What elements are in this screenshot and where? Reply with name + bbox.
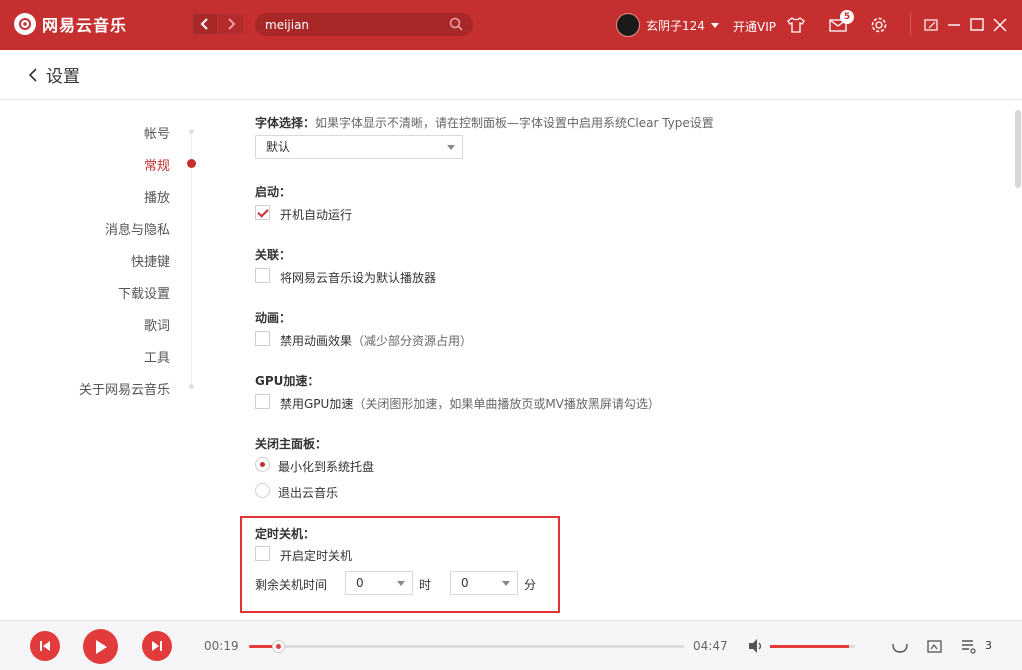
maximize-icon[interactable] [967, 15, 987, 35]
app-name: 网易云音乐 [42, 16, 128, 35]
next-icon [152, 641, 162, 651]
search-icon[interactable] [449, 17, 463, 31]
vip-link[interactable]: 开通VIP [733, 18, 776, 35]
total-time: 04:47 [693, 639, 728, 653]
nav-item-download[interactable]: 下载设置 [118, 283, 170, 302]
minimize-icon[interactable] [944, 15, 964, 35]
nav-item-general[interactable]: 常规 [144, 155, 170, 174]
play-button[interactable] [83, 629, 118, 664]
chevron-left-icon [28, 67, 37, 82]
history-nav [192, 13, 244, 35]
page-header: 设置 [0, 50, 1022, 100]
elapsed-time: 00:19 [204, 639, 239, 653]
nav-dot [189, 384, 194, 389]
next-button[interactable] [142, 631, 172, 661]
progress-slider[interactable] [249, 640, 684, 653]
nav-item-account[interactable]: 帐号 [144, 123, 170, 142]
close-panel-section-title: 关闭主面板： [255, 437, 328, 451]
gpu-note: （关闭图形加速，如果单曲播放页或MV播放黑屏请勾选） [353, 397, 660, 411]
back-button[interactable] [28, 66, 42, 84]
disable-animation-label[interactable]: 禁用动画效果（减少部分资源占用） [280, 332, 472, 349]
skin-shirt-icon[interactable] [786, 15, 806, 35]
play-icon [95, 639, 107, 654]
autostart-checkbox[interactable] [255, 205, 270, 220]
previous-icon [40, 641, 50, 651]
netease-logo-icon [14, 13, 36, 35]
volume-slider[interactable] [770, 645, 855, 648]
playlist-icon[interactable] [960, 637, 978, 655]
nav-dot [189, 129, 194, 134]
nav-item-playback[interactable]: 播放 [144, 187, 170, 206]
user-menu[interactable]: 玄阴子124 [616, 13, 719, 37]
assoc-section-title: 关联： [255, 248, 292, 262]
previous-button[interactable] [30, 631, 60, 661]
exit-app-radio[interactable] [255, 483, 270, 498]
nav-item-privacy[interactable]: 消息与隐私 [105, 219, 170, 238]
nav-item-about[interactable]: 关于网易云音乐 [79, 379, 170, 398]
mini-mode-icon[interactable] [921, 15, 941, 35]
disable-gpu-label[interactable]: 禁用GPU加速（关闭图形加速，如果单曲播放页或MV播放黑屏请勾选） [280, 395, 660, 412]
loop-mode-icon[interactable] [890, 637, 910, 655]
font-select[interactable]: 默认 [255, 135, 463, 159]
gear-icon[interactable] [869, 15, 889, 35]
progress-knob[interactable] [271, 640, 285, 653]
exit-app-label[interactable]: 退出云音乐 [278, 484, 338, 501]
disable-gpu-checkbox[interactable] [255, 394, 270, 409]
nav-dot-active [187, 159, 196, 168]
autostart-label[interactable]: 开机自动运行 [280, 206, 352, 223]
dropdown-arrow-icon [447, 145, 455, 150]
playlist-count: 3 [985, 639, 992, 652]
forward-nav-button[interactable] [218, 13, 244, 35]
default-player-label[interactable]: 将网易云音乐设为默认播放器 [280, 269, 436, 286]
volume-icon[interactable] [747, 637, 765, 655]
back-nav-button[interactable] [192, 13, 218, 35]
divider [910, 12, 911, 36]
scrollbar[interactable] [1012, 100, 1022, 620]
minimize-to-tray-radio[interactable] [255, 457, 270, 472]
scrollbar-thumb[interactable] [1015, 110, 1021, 188]
chevron-right-icon [228, 18, 236, 30]
animation-section-title: 动画： [255, 311, 292, 325]
animation-note: （减少部分资源占用） [352, 334, 473, 348]
nav-item-tools[interactable]: 工具 [144, 347, 170, 366]
app-logo[interactable]: 网易云音乐 [14, 12, 127, 36]
default-player-checkbox[interactable] [255, 268, 270, 283]
highlight-box [240, 516, 560, 613]
search-box [255, 13, 473, 36]
volume-fill [770, 645, 850, 648]
username[interactable]: 玄阴子124 [646, 17, 705, 34]
nav-item-shortcuts[interactable]: 快捷键 [131, 251, 170, 270]
avatar[interactable] [616, 13, 640, 37]
chevron-down-icon[interactable] [710, 22, 719, 28]
nav-timeline [191, 130, 192, 388]
disable-animation-checkbox[interactable] [255, 331, 270, 346]
page-title: 设置 [46, 67, 80, 87]
search-input[interactable] [265, 17, 445, 32]
font-select-value: 默认 [266, 140, 291, 154]
gpu-section-title: GPU加速： [255, 374, 320, 388]
nav-item-lyrics[interactable]: 歌词 [144, 315, 170, 334]
startup-section-title: 启动： [255, 185, 292, 199]
mail-badge: 5 [840, 10, 854, 24]
font-section-title: 字体选择：如果字体显示不清晰，请在控制面板—字体设置中启用系统Clear Typ… [255, 116, 714, 130]
minimize-to-tray-label[interactable]: 最小化到系统托盘 [278, 458, 374, 475]
close-icon[interactable] [990, 15, 1010, 35]
chevron-left-icon [200, 18, 208, 30]
font-section-desc: 如果字体显示不清晰，请在控制面板—字体设置中启用系统Clear Type设置 [315, 116, 714, 130]
player-bar: 00:19 04:47 3 [0, 620, 1022, 670]
title-bar: 网易云音乐 玄阴子124 开通VIP 5 [0, 0, 1022, 50]
lyrics-icon[interactable] [926, 637, 944, 655]
